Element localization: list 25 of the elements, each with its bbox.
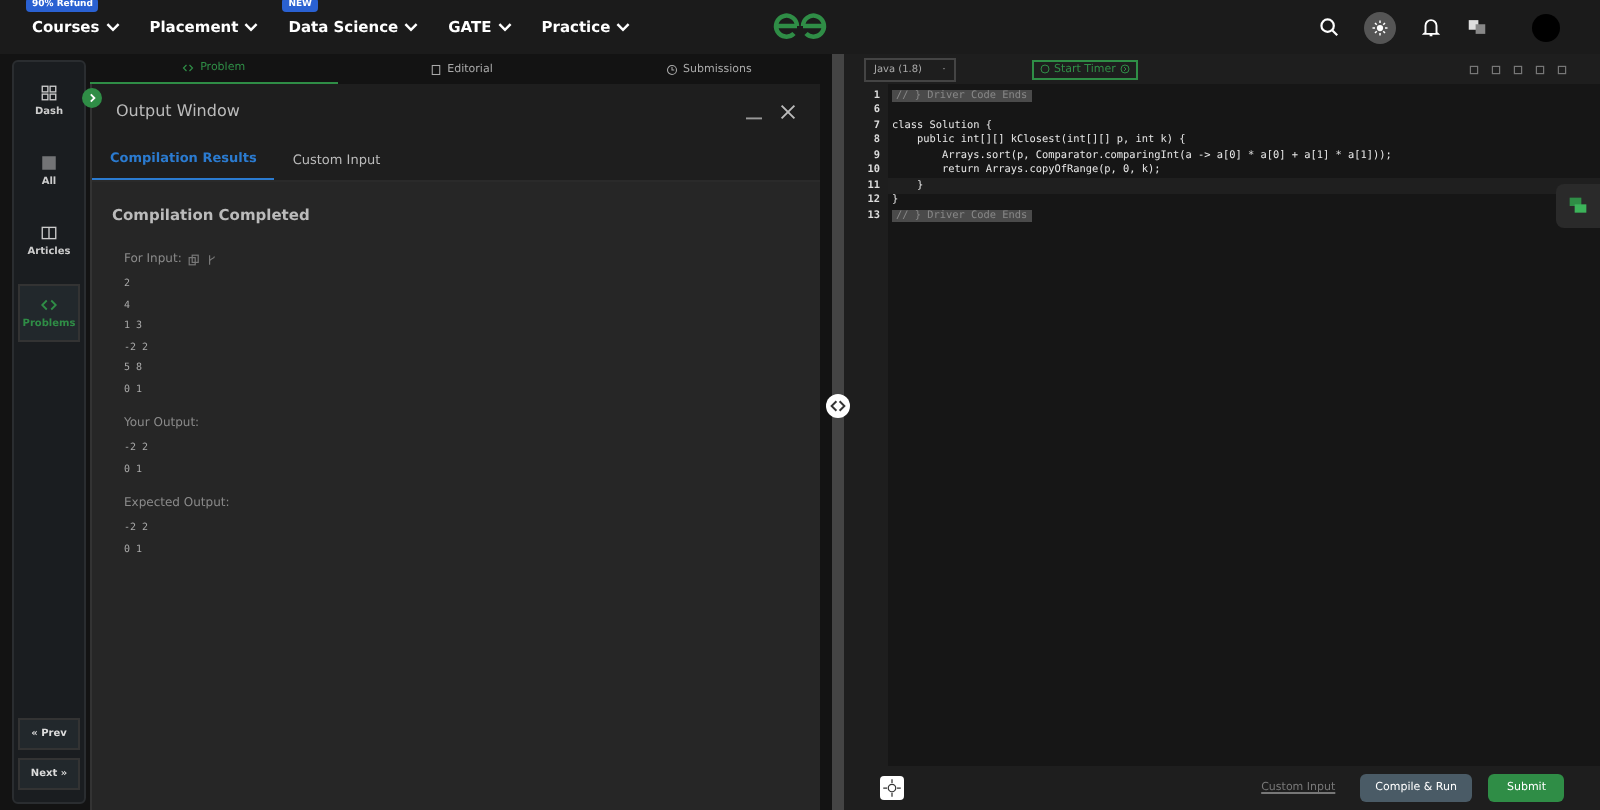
clock-icon (1040, 64, 1050, 74)
grid-icon (40, 84, 58, 102)
book-icon (40, 224, 58, 242)
sun-icon (882, 778, 902, 798)
arrows-icon (830, 398, 846, 414)
window-title: Output Window (116, 102, 242, 120)
translate-icon[interactable] (1466, 16, 1488, 38)
chevron-icon (1119, 64, 1130, 74)
sun-icon (1370, 17, 1390, 37)
search-icon[interactable] (1318, 16, 1340, 38)
square-icon (40, 154, 58, 172)
document-icon (429, 63, 442, 75)
close-icon[interactable] (780, 103, 796, 119)
theme-button[interactable] (880, 776, 904, 800)
chat-button[interactable] (1556, 184, 1600, 228)
bell-icon[interactable] (1420, 16, 1442, 38)
chat-icon (1568, 196, 1588, 216)
logo-icon[interactable] (770, 8, 830, 44)
branch-icon[interactable] (205, 253, 218, 265)
chevron-icon (86, 92, 98, 104)
clock-icon (665, 63, 677, 75)
copy-icon[interactable] (187, 253, 200, 265)
code-icon (182, 62, 195, 74)
theme-toggle[interactable] (1364, 11, 1396, 43)
code-icon (40, 296, 58, 314)
